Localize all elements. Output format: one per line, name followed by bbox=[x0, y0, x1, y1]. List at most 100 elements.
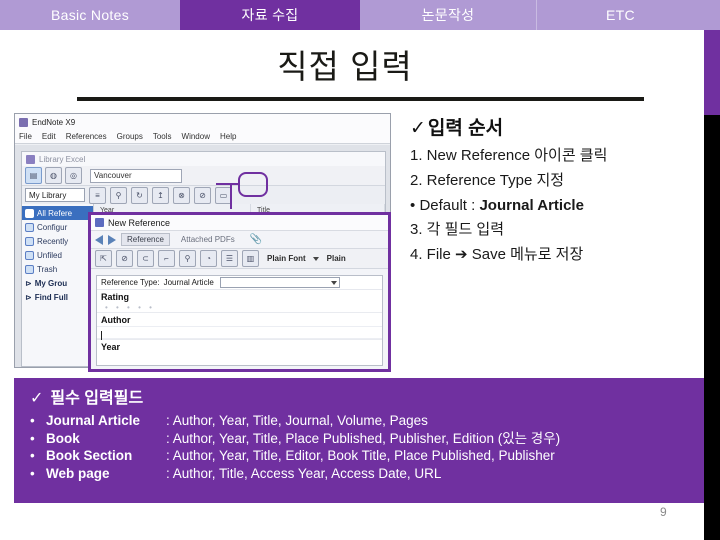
sync-icon bbox=[25, 222, 34, 232]
attach-icon[interactable]: ⊘ bbox=[194, 186, 211, 204]
author-input[interactable] bbox=[97, 326, 382, 340]
default-value: Journal Article bbox=[479, 196, 584, 214]
slide: Basic Notes 자료 수집 논문작성 ETC 직접 입력 EndNote… bbox=[0, 0, 720, 540]
dialog-tab-reference[interactable]: Reference bbox=[121, 233, 170, 246]
insert-citation-icon[interactable]: ≡ bbox=[89, 186, 106, 204]
word-icon[interactable]: ▥ bbox=[242, 250, 259, 267]
reference-type-row: Reference Type: Journal Article bbox=[97, 276, 382, 290]
instructions-heading: 입력 순서 bbox=[427, 118, 504, 139]
figure-icon[interactable]: ◔ bbox=[200, 250, 217, 267]
sidebar-item-all-references[interactable]: All Refere bbox=[22, 206, 93, 220]
sidebar-item-label: Configur bbox=[37, 222, 68, 232]
open-link-icon[interactable]: ⌐ bbox=[158, 250, 175, 267]
instruction-step-1: 1. New Reference 아이콘 클릭 bbox=[410, 147, 608, 164]
tab-basic-notes[interactable]: Basic Notes bbox=[0, 0, 180, 30]
instruction-step-4: 4. File ➔ Save 메뉴로 저장 bbox=[410, 246, 584, 263]
field-label-author: Author bbox=[101, 315, 131, 325]
tab-label: ETC bbox=[606, 7, 635, 23]
reference-type-fields: : Author, Year, Title, Place Published, … bbox=[166, 430, 561, 446]
new-record-icon[interactable]: ⇱ bbox=[95, 250, 112, 267]
tab-etc[interactable]: ETC bbox=[536, 0, 704, 30]
chevron-down-icon[interactable] bbox=[312, 256, 319, 261]
paperclip-icon[interactable]: 📎 bbox=[250, 234, 262, 245]
endnote-app-title: EndNote X9 bbox=[32, 117, 76, 127]
instruction-default-note: • Default : Journal Article bbox=[410, 197, 690, 216]
right-stripe-purple bbox=[704, 30, 720, 115]
list-item: • Web page : Author, Title, Access Year,… bbox=[14, 465, 704, 483]
callout-highlight-ring bbox=[238, 172, 268, 197]
text-cursor bbox=[101, 331, 102, 340]
forward-arrow-icon[interactable] bbox=[108, 234, 116, 245]
menu-help[interactable]: Help bbox=[220, 132, 236, 141]
tab-label: Basic Notes bbox=[51, 7, 129, 23]
instruction-step-2: 2. Reference Type 지정 bbox=[410, 171, 565, 189]
library-secondary-toolbar: My Library ≡ ⚲ ↻ ↥ ⊗ ⊘ ▭ bbox=[22, 186, 385, 204]
chevron-right-icon: ⊳ bbox=[25, 292, 32, 302]
bullet: • bbox=[30, 413, 35, 428]
endnote-titlebar: EndNote X9 bbox=[15, 114, 390, 130]
sidebar-item-label: All Refere bbox=[37, 208, 73, 218]
attach-file-icon[interactable]: ⊘ bbox=[116, 250, 133, 267]
tab-label: 자료 수집 bbox=[241, 7, 299, 23]
chevron-right-icon: ⊳ bbox=[25, 278, 32, 288]
tab-data-collection[interactable]: 자료 수집 bbox=[180, 0, 360, 30]
callout-tail bbox=[230, 185, 232, 209]
right-stripe-light bbox=[704, 0, 720, 30]
dialog-title: New Reference bbox=[108, 217, 171, 228]
title-underline bbox=[77, 97, 644, 101]
font-size-label[interactable]: Plain bbox=[327, 254, 346, 263]
find-citation-icon[interactable]: ⚲ bbox=[110, 186, 127, 204]
menu-tools[interactable]: Tools bbox=[153, 132, 172, 141]
trash-icon bbox=[25, 264, 34, 274]
tab-paper-writing[interactable]: 논문작성 bbox=[360, 0, 536, 30]
menu-file[interactable]: File bbox=[19, 132, 32, 141]
tab-label: 논문작성 bbox=[421, 7, 475, 23]
dialog-tab-attached-pdfs[interactable]: Attached PDFs bbox=[175, 233, 241, 246]
instructions-block: ✓ 입력 순서 1. New Reference 아이콘 클릭 2. Refer… bbox=[410, 113, 690, 271]
library-window-title: Library Excel bbox=[39, 154, 86, 164]
share-icon[interactable]: ↥ bbox=[152, 186, 169, 204]
sidebar-item-label: Unfiled bbox=[37, 250, 62, 260]
reference-type-name: Journal Article bbox=[46, 413, 141, 428]
globe-icon[interactable]: ◍ bbox=[45, 167, 62, 184]
bullet: • bbox=[30, 465, 35, 481]
font-label[interactable]: Plain Font bbox=[267, 254, 306, 263]
bullet: • bbox=[410, 196, 416, 214]
keyword-icon[interactable]: ⚲ bbox=[179, 250, 196, 267]
reference-type-fields: : Author, Title, Access Year, Access Dat… bbox=[166, 465, 442, 481]
reference-type-fields: : Author, Year, Title, Editor, Book Titl… bbox=[166, 448, 555, 463]
sidebar-item-configure-sync[interactable]: Configur bbox=[22, 220, 93, 234]
dialog-titlebar: New Reference bbox=[91, 215, 388, 231]
output-style-select[interactable]: Vancouver bbox=[90, 168, 182, 183]
bullet: • bbox=[30, 430, 35, 446]
sidebar-item-unfiled[interactable]: Unfiled bbox=[22, 248, 93, 262]
library-window-icon bbox=[26, 154, 35, 164]
menu-references[interactable]: References bbox=[66, 132, 107, 141]
reference-type-name: Book bbox=[46, 430, 80, 446]
reference-type-fields: : Author, Year, Title, Journal, Volume, … bbox=[166, 413, 428, 428]
rating-stars[interactable]: • • • • • bbox=[97, 303, 382, 312]
sidebar-item-recently-added[interactable]: Recently bbox=[22, 234, 93, 248]
menu-groups[interactable]: Groups bbox=[117, 132, 143, 141]
chevron-down-icon bbox=[330, 280, 337, 285]
menu-window[interactable]: Window bbox=[182, 132, 210, 141]
sync-icon[interactable]: ↻ bbox=[131, 186, 148, 204]
find-fulltext-icon[interactable]: ⊗ bbox=[173, 186, 190, 204]
default-prefix: Default : bbox=[419, 196, 480, 214]
list-item: • Book : Author, Year, Title, Place Publ… bbox=[14, 430, 704, 448]
link-icon[interactable]: ⊂ bbox=[137, 250, 154, 267]
sidebar-item-trash[interactable]: Trash bbox=[22, 262, 93, 276]
my-library-tab[interactable]: My Library bbox=[25, 188, 85, 202]
sidebar-item-my-groups[interactable]: ⊳ My Grou bbox=[22, 276, 93, 290]
online-search-icon[interactable]: ◎ bbox=[65, 167, 82, 184]
sidebar-item-find-full-text[interactable]: ⊳ Find Full bbox=[22, 290, 93, 304]
check-icon: ✓ bbox=[410, 118, 426, 139]
menu-edit[interactable]: Edit bbox=[42, 132, 56, 141]
dialog-app-icon bbox=[95, 218, 104, 227]
new-reference-icon[interactable]: ▤ bbox=[25, 167, 42, 184]
reference-type-select[interactable] bbox=[219, 277, 340, 288]
dialog-nav-row: Reference Attached PDFs 📎 bbox=[91, 231, 388, 249]
clock-icon bbox=[25, 236, 34, 246]
back-arrow-icon[interactable] bbox=[95, 234, 103, 245]
summary-icon[interactable]: ☰ bbox=[221, 250, 238, 267]
